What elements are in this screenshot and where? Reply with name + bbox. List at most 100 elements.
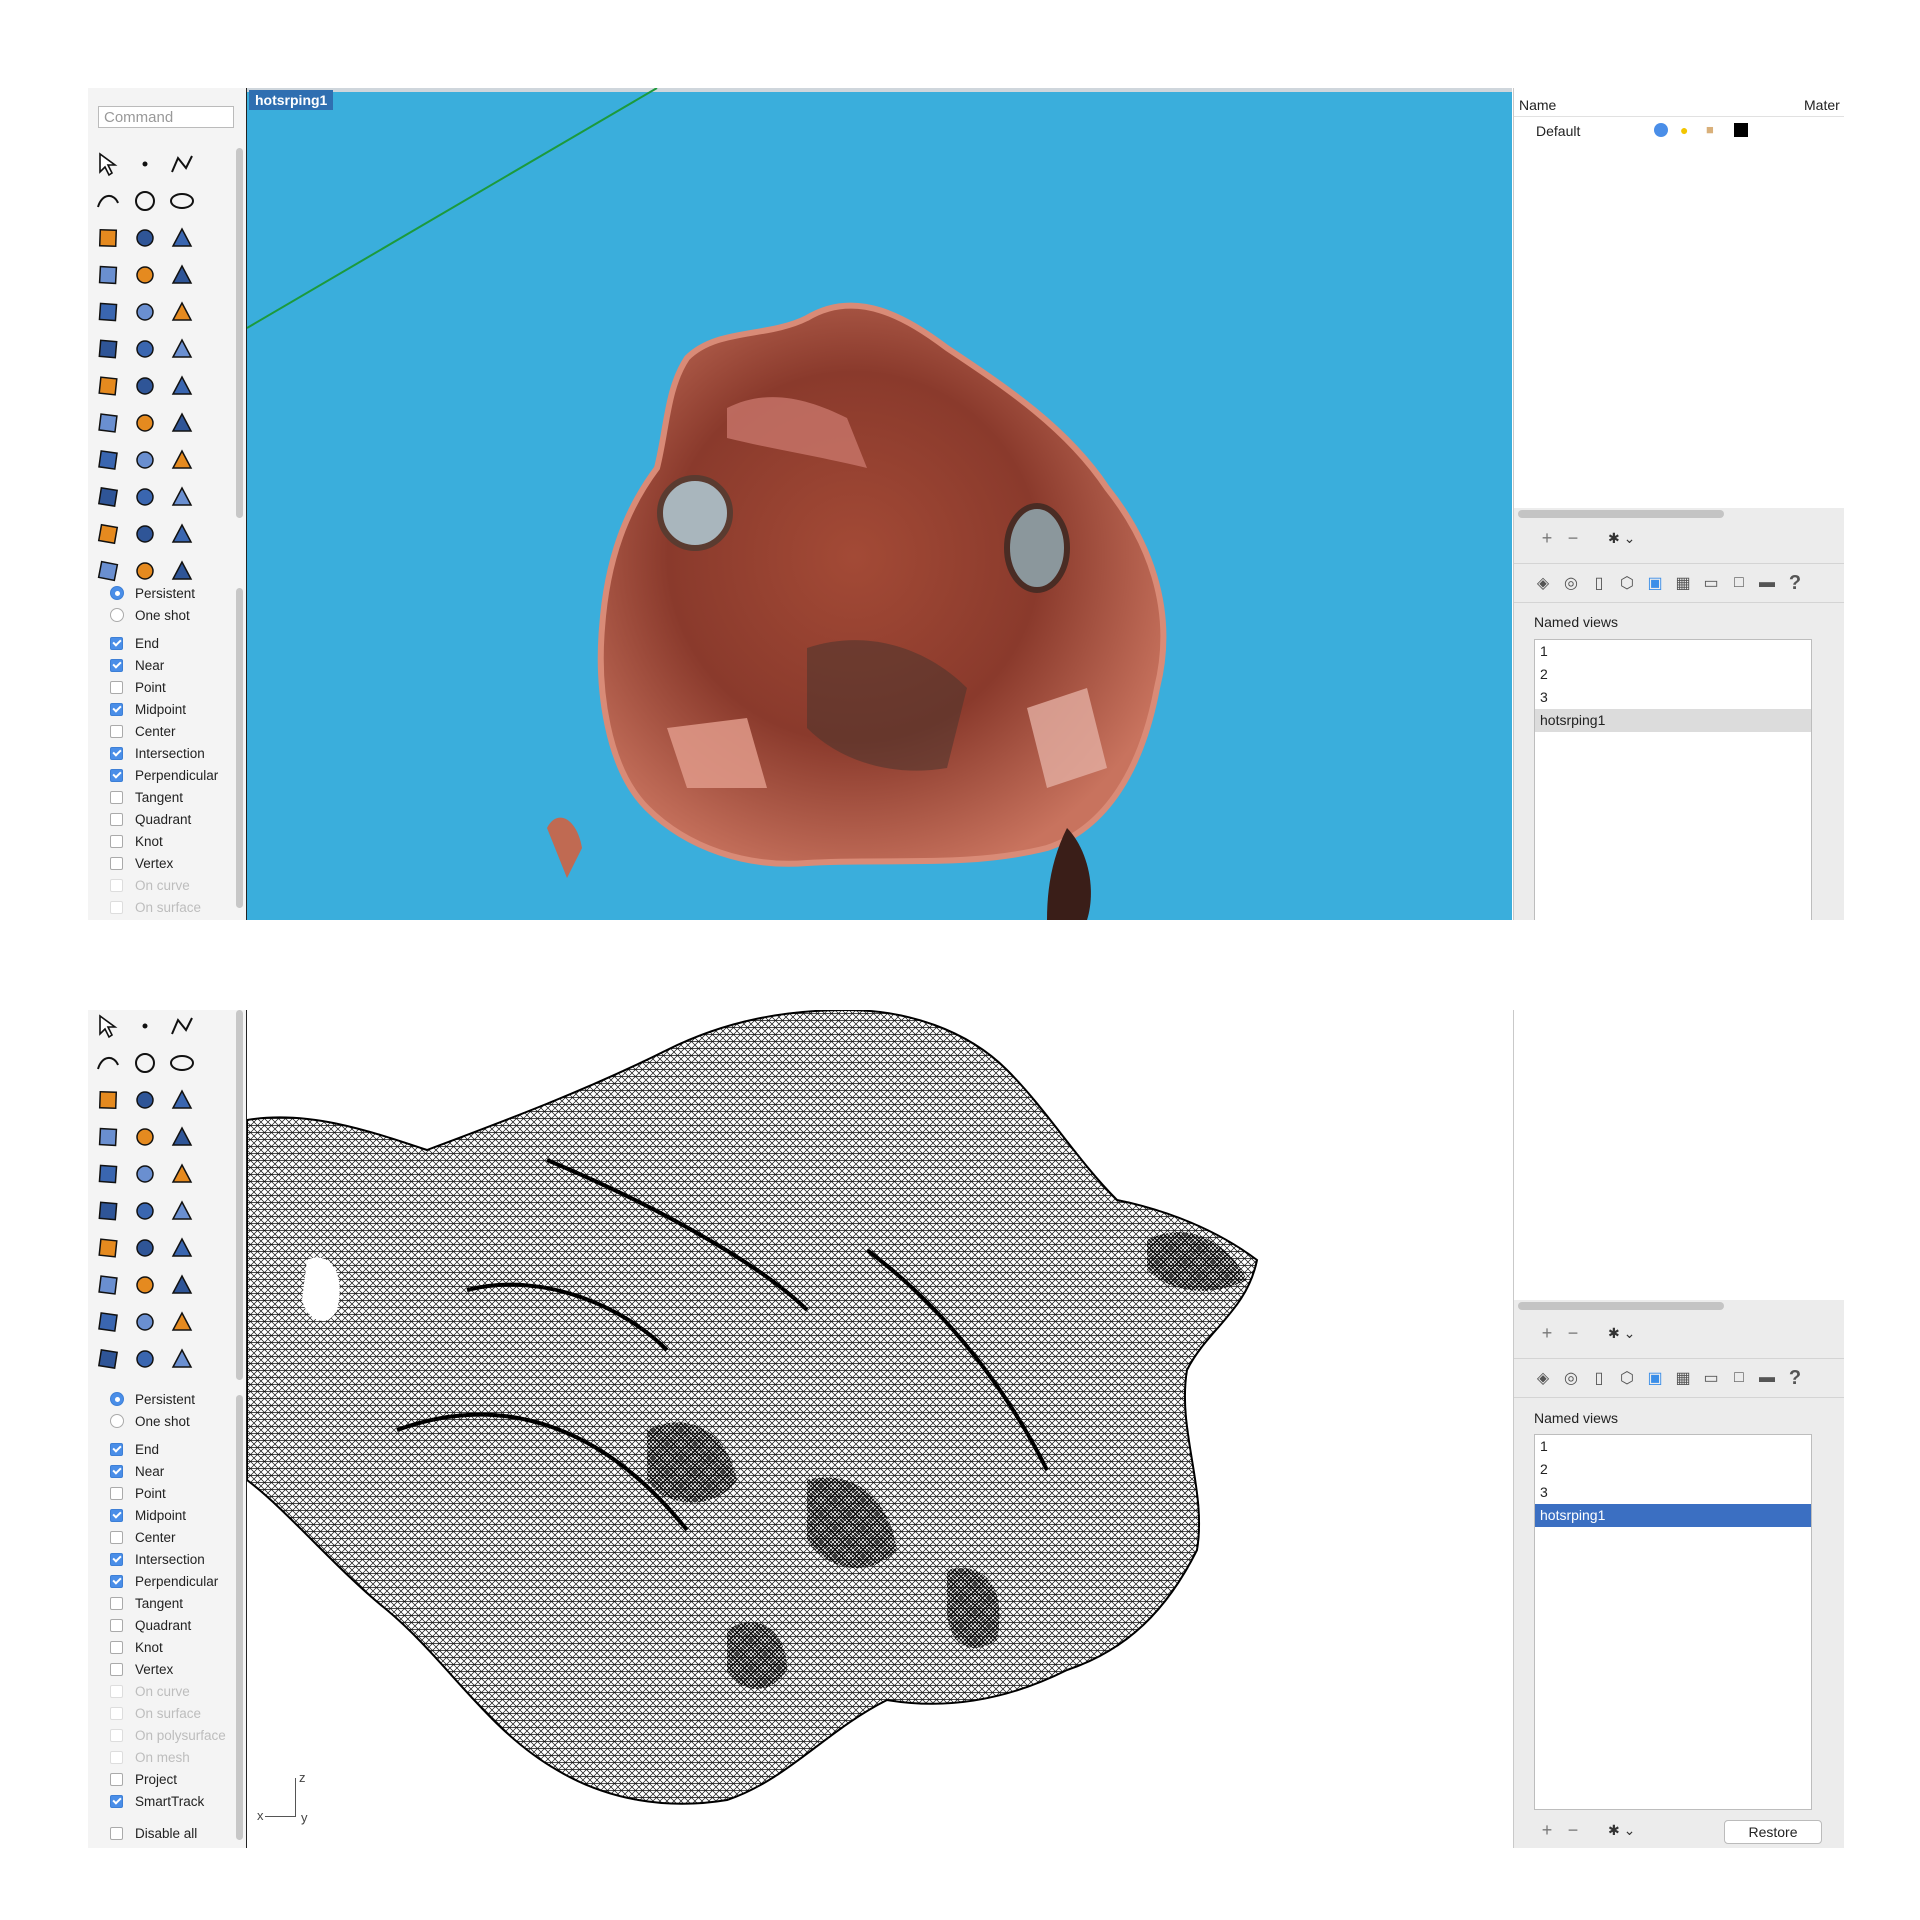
osnap-scrollbar[interactable] — [236, 588, 243, 908]
checkbox[interactable] — [110, 1826, 123, 1840]
named-view-item[interactable]: 3 — [1535, 686, 1811, 709]
radio-button[interactable] — [110, 1392, 124, 1406]
mesh-icon[interactable] — [166, 481, 198, 513]
split-icon[interactable] — [129, 370, 161, 402]
window-tab-icon[interactable]: □ — [1728, 572, 1750, 594]
checkbox[interactable] — [110, 1618, 123, 1632]
layers-hscroll[interactable] — [1518, 510, 1724, 518]
box-solid-icon[interactable] — [92, 1158, 124, 1190]
named-view-item[interactable]: 3 — [1535, 1481, 1811, 1504]
checkbox[interactable] — [110, 1464, 123, 1478]
remove-icon[interactable]: − — [1560, 1323, 1586, 1343]
polygon-icon[interactable] — [166, 1084, 198, 1116]
cylinder-icon[interactable] — [166, 1158, 198, 1190]
checkbox[interactable] — [110, 702, 123, 716]
named-view-item[interactable]: hotsrping1 — [1535, 1504, 1811, 1527]
document-tab-icon[interactable]: ▯ — [1588, 572, 1610, 594]
osnap-disable-all[interactable]: Disable all — [110, 1822, 226, 1844]
explode-icon[interactable] — [129, 333, 161, 365]
gear-icon[interactable]: ✱ ⌄ — [1608, 1325, 1635, 1342]
extrude-surface-icon[interactable] — [92, 1195, 124, 1227]
osnap-project[interactable]: Project — [110, 1768, 226, 1790]
notes-tab-icon[interactable]: ▭ — [1700, 572, 1722, 594]
gear-icon[interactable]: ✱ ⌄ — [1608, 530, 1635, 547]
osnap-near[interactable]: Near — [110, 1460, 226, 1482]
perspective-viewport[interactable]: hotsrping1 — [247, 88, 1512, 920]
lock-icon[interactable]: ■ — [1706, 122, 1714, 137]
checkbox[interactable] — [110, 1596, 123, 1610]
radio-button[interactable] — [110, 1414, 124, 1428]
scale-icon[interactable] — [129, 1306, 161, 1338]
box-tab-icon[interactable]: ⬡ — [1616, 1367, 1638, 1389]
osnap-on-mesh[interactable]: On mesh — [110, 1746, 226, 1768]
checkbox[interactable] — [110, 812, 123, 826]
select-arrow-icon[interactable] — [92, 1010, 124, 1042]
box-solid-icon[interactable] — [92, 296, 124, 328]
boolean-union-icon[interactable] — [166, 370, 198, 402]
osnap-perpendicular[interactable]: Perpendicular — [110, 1570, 226, 1592]
sweep-icon[interactable] — [166, 259, 198, 291]
point-icon[interactable] — [129, 148, 161, 180]
osnap-smarttrack[interactable]: SmartTrack — [110, 1790, 226, 1812]
circle-icon[interactable] — [129, 185, 161, 217]
sidebar-scrollbar[interactable] — [236, 1010, 243, 1380]
osnap-knot[interactable]: Knot — [110, 830, 218, 852]
polyline-icon[interactable] — [166, 1010, 198, 1042]
checkbox[interactable] — [110, 658, 123, 672]
trim-icon[interactable] — [92, 370, 124, 402]
cylinder-icon[interactable] — [166, 296, 198, 328]
checkbox[interactable] — [110, 1442, 123, 1456]
checkbox[interactable] — [110, 1574, 123, 1588]
trim-icon[interactable] — [92, 1232, 124, 1264]
circle-icon[interactable] — [129, 1047, 161, 1079]
osnap-vertex[interactable]: Vertex — [110, 1658, 226, 1680]
group-icon[interactable] — [92, 407, 124, 439]
surface-from-points-icon[interactable] — [129, 259, 161, 291]
osnap-midpoint[interactable]: Midpoint — [110, 698, 218, 720]
gumball-icon[interactable] — [129, 518, 161, 550]
osnap-knot[interactable]: Knot — [110, 1636, 226, 1658]
checkbox[interactable] — [110, 1662, 123, 1676]
osnap-on-surface[interactable]: On surface — [110, 1702, 226, 1724]
wireframe-viewport[interactable]: z x y — [247, 1010, 1512, 1848]
layers-tab-icon[interactable]: ◈ — [1532, 572, 1554, 594]
ellipse-icon[interactable] — [166, 185, 198, 217]
osnap-on-curve[interactable]: On curve — [110, 1680, 226, 1702]
group-icon[interactable] — [92, 1269, 124, 1301]
notes-tab-icon[interactable]: ▭ — [1700, 1367, 1722, 1389]
rotate-icon[interactable] — [129, 1269, 161, 1301]
array-icon[interactable] — [166, 444, 198, 476]
checkbox[interactable] — [110, 680, 123, 694]
checkbox[interactable] — [110, 900, 123, 914]
fillet-curve-icon[interactable] — [92, 259, 124, 291]
grid-tab-icon[interactable]: ▦ — [1672, 572, 1694, 594]
osnap-midpoint[interactable]: Midpoint — [110, 1504, 226, 1526]
rectangle-icon[interactable] — [129, 222, 161, 254]
boolean-icon[interactable] — [166, 1195, 198, 1227]
checkbox[interactable] — [110, 1772, 123, 1786]
rotate-icon[interactable] — [129, 407, 161, 439]
osnap-intersection[interactable]: Intersection — [110, 742, 218, 764]
checkbox[interactable] — [110, 790, 123, 804]
osnap-tangent[interactable]: Tangent — [110, 786, 218, 808]
named-view-item[interactable]: hotsrping1 — [1535, 709, 1811, 732]
mesh-icon[interactable] — [166, 1343, 198, 1375]
scale-icon[interactable] — [129, 444, 161, 476]
solid-tools-icon[interactable] — [129, 481, 161, 513]
control-point-curve-icon[interactable] — [92, 222, 124, 254]
checkbox[interactable] — [110, 636, 123, 650]
text-icon[interactable] — [92, 444, 124, 476]
snap-mode-persistent[interactable]: Persistent — [110, 582, 218, 604]
current-layer-icon[interactable] — [1654, 123, 1668, 137]
checkbox[interactable] — [110, 768, 123, 782]
split-icon[interactable] — [129, 1232, 161, 1264]
properties-tab-icon[interactable]: ◎ — [1560, 572, 1582, 594]
named-view-item[interactable]: 2 — [1535, 1458, 1811, 1481]
grid-tab-icon[interactable]: ▦ — [1672, 1367, 1694, 1389]
osnap-perpendicular[interactable]: Perpendicular — [110, 764, 218, 786]
checkbox[interactable] — [110, 1640, 123, 1654]
named-view-item[interactable]: 1 — [1535, 640, 1811, 663]
layer-color-swatch[interactable] — [1734, 123, 1748, 137]
grid-snap-icon[interactable] — [92, 518, 124, 550]
osnap-end[interactable]: End — [110, 632, 218, 654]
